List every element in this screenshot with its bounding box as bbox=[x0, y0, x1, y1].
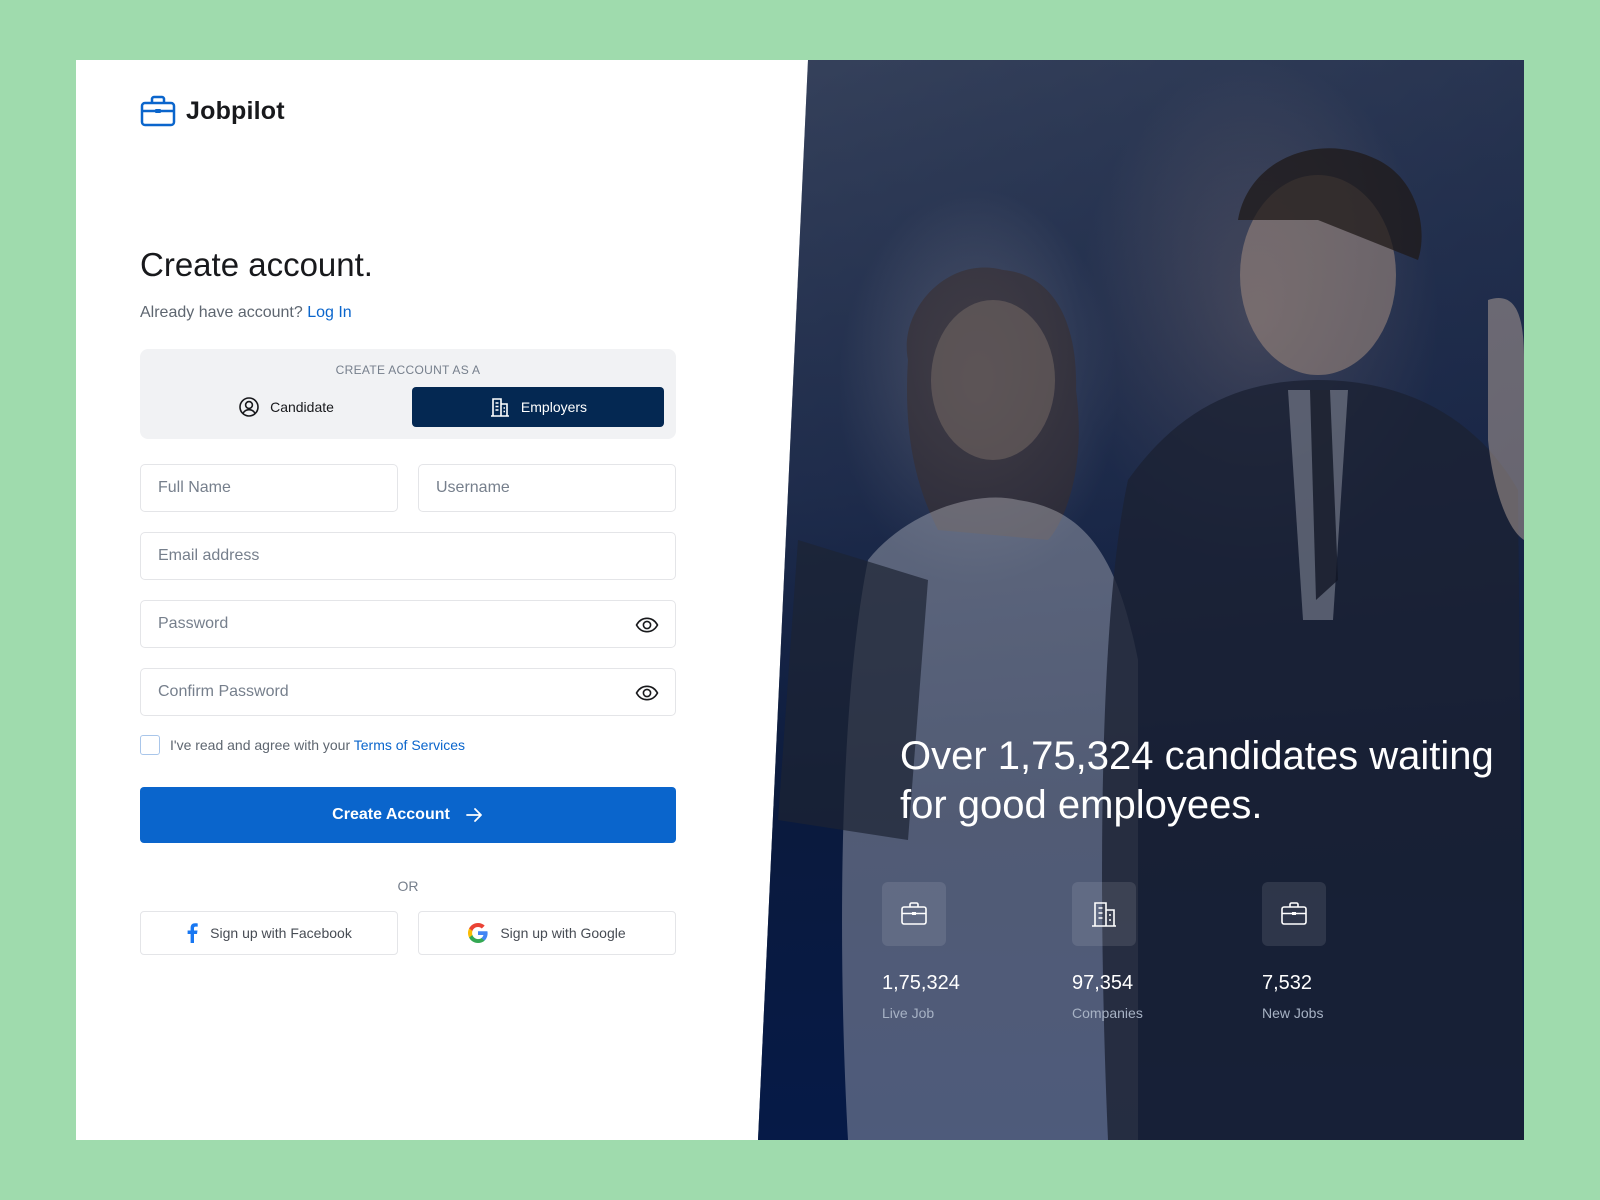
stat-icon-box bbox=[882, 882, 946, 946]
google-signup-label: Sign up with Google bbox=[500, 925, 626, 941]
candidate-option[interactable]: Candidate bbox=[160, 387, 412, 427]
terms-text: I've read and agree with your bbox=[170, 737, 354, 753]
user-circle-icon bbox=[239, 397, 259, 417]
password-field bbox=[140, 600, 676, 648]
create-account-label: Create Account bbox=[332, 806, 450, 823]
account-type-selector: CREATE ACCOUNT AS A Candidate Employers bbox=[140, 349, 676, 439]
terms-label: I've read and agree with your Terms of S… bbox=[170, 737, 465, 753]
stat-value: 7,532 bbox=[1262, 972, 1313, 994]
email-input[interactable] bbox=[141, 533, 675, 579]
full-name-field bbox=[140, 464, 398, 512]
terms-link[interactable]: Terms of Services bbox=[354, 737, 465, 753]
login-prompt: Already have account? Log In bbox=[140, 304, 352, 322]
stat-icon-box bbox=[1072, 882, 1136, 946]
account-type-caption: CREATE ACCOUNT AS A bbox=[335, 363, 481, 377]
briefcase-icon bbox=[140, 95, 176, 127]
candidate-label: Candidate bbox=[270, 399, 334, 415]
employers-option[interactable]: Employers bbox=[412, 387, 664, 427]
eye-icon[interactable] bbox=[635, 614, 659, 636]
stat-value: 1,75,324 bbox=[882, 972, 960, 994]
confirm-password-field bbox=[140, 668, 676, 716]
page-title: Create account. bbox=[140, 246, 373, 283]
building-icon bbox=[490, 398, 509, 417]
google-signup-button[interactable]: Sign up with Google bbox=[418, 911, 676, 955]
stat-label: New Jobs bbox=[1262, 1005, 1324, 1021]
terms-checkbox[interactable] bbox=[140, 735, 160, 755]
login-link[interactable]: Log In bbox=[307, 304, 351, 321]
password-input[interactable] bbox=[141, 601, 675, 647]
or-divider: OR bbox=[397, 878, 419, 894]
facebook-icon bbox=[187, 923, 198, 943]
full-name-input[interactable] bbox=[141, 465, 397, 511]
signup-card: Jobpilot Create account. Already have ac… bbox=[76, 60, 1524, 1140]
building-icon bbox=[1092, 902, 1116, 927]
create-account-button[interactable]: Create Account bbox=[140, 787, 676, 843]
stat-live-jobs: 1,75,324 Live Job bbox=[882, 882, 1042, 1021]
brand-name: Jobpilot bbox=[186, 96, 285, 125]
stat-icon-box bbox=[1262, 882, 1326, 946]
username-input[interactable] bbox=[419, 465, 675, 511]
hero-title: Over 1,75,324 candidates waiting for goo… bbox=[900, 734, 1494, 827]
stat-label: Companies bbox=[1072, 1005, 1143, 1021]
login-prompt-text: Already have account? bbox=[140, 304, 308, 321]
briefcase-icon bbox=[1281, 902, 1307, 925]
eye-icon[interactable] bbox=[635, 682, 659, 704]
email-field bbox=[140, 532, 676, 580]
confirm-password-input[interactable] bbox=[141, 669, 675, 715]
terms-row: I've read and agree with your Terms of S… bbox=[140, 735, 465, 755]
facebook-signup-button[interactable]: Sign up with Facebook bbox=[140, 911, 398, 955]
brand-logo[interactable]: Jobpilot bbox=[140, 94, 285, 128]
username-field bbox=[418, 464, 676, 512]
stat-new-jobs: 7,532 New Jobs bbox=[1262, 882, 1422, 1021]
arrow-right-icon bbox=[465, 808, 482, 822]
stat-companies: 97,354 Companies bbox=[1072, 882, 1232, 1021]
facebook-signup-label: Sign up with Facebook bbox=[210, 925, 352, 941]
employers-label: Employers bbox=[520, 399, 588, 415]
google-icon bbox=[468, 923, 488, 943]
stat-value: 97,354 bbox=[1072, 972, 1134, 994]
stat-label: Live Job bbox=[882, 1005, 935, 1021]
briefcase-icon bbox=[901, 902, 927, 925]
